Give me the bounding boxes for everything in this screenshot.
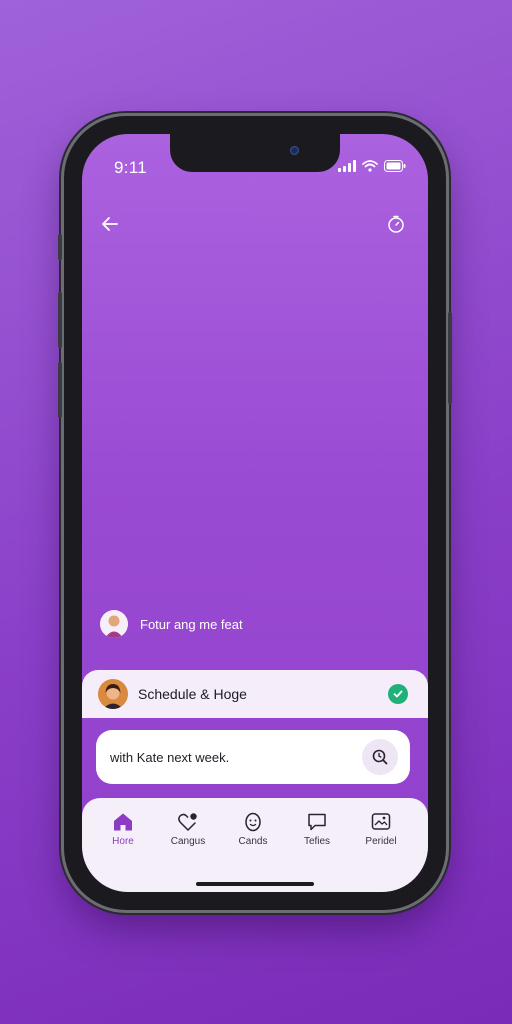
- tab-home[interactable]: Hore: [92, 812, 154, 847]
- schedule-title: Schedule & Hoge: [138, 686, 247, 702]
- timer-icon: [388, 215, 404, 233]
- arrow-left-icon: [102, 217, 118, 231]
- gallery-icon: [371, 813, 391, 830]
- volume-down-button: [58, 362, 62, 418]
- tab-label: Hore: [112, 836, 134, 847]
- phone-screen: 9:11 Fotur ang me feat Schedule & Hoge w…: [82, 134, 428, 892]
- search-clock-icon: [372, 749, 388, 765]
- home-indicator[interactable]: [196, 882, 314, 886]
- wifi-icon: [362, 160, 378, 172]
- tab-label: Cangus: [170, 836, 206, 847]
- tab-tefies[interactable]: Tefies: [286, 812, 348, 847]
- search-button[interactable]: [362, 739, 398, 775]
- avatar: [98, 679, 128, 709]
- face-icon: [245, 812, 261, 832]
- tab-label: Cands: [238, 836, 268, 847]
- back-button[interactable]: [96, 210, 124, 238]
- message-input[interactable]: with Kate next week.: [96, 730, 410, 784]
- message-text: Fotur ang me feat: [140, 616, 243, 632]
- schedule-card[interactable]: Schedule & Hoge: [82, 670, 428, 718]
- battery-icon: [384, 160, 406, 172]
- home-icon: [114, 813, 132, 831]
- tab-cands[interactable]: Cands: [222, 812, 284, 847]
- notch: [170, 134, 340, 172]
- tab-cangus[interactable]: Cangus: [157, 812, 219, 847]
- tab-peridel[interactable]: Peridel: [350, 812, 412, 847]
- tab-label: Tefies: [303, 836, 331, 847]
- check-circle-icon: [388, 684, 408, 704]
- chat-bubble-icon: [308, 813, 326, 831]
- signal-icon: [338, 160, 356, 172]
- tab-label: Peridel: [365, 836, 397, 847]
- input-value: with Kate next week.: [110, 749, 230, 765]
- status-icons: [338, 160, 406, 172]
- avatar: [100, 610, 128, 638]
- front-camera: [290, 146, 299, 155]
- status-time: 9:11: [114, 158, 148, 177]
- timer-button[interactable]: [382, 210, 410, 238]
- power-button: [448, 312, 452, 404]
- phone-frame: 9:11 Fotur ang me feat Schedule & Hoge w…: [58, 116, 452, 910]
- message-row: Fotur ang me feat: [100, 610, 243, 638]
- heart-notification-icon: [178, 813, 197, 831]
- volume-up-button: [58, 292, 62, 348]
- tab-bar: Hore Cangus Cands Tefies Peridel: [82, 798, 428, 892]
- mute-switch: [58, 234, 62, 260]
